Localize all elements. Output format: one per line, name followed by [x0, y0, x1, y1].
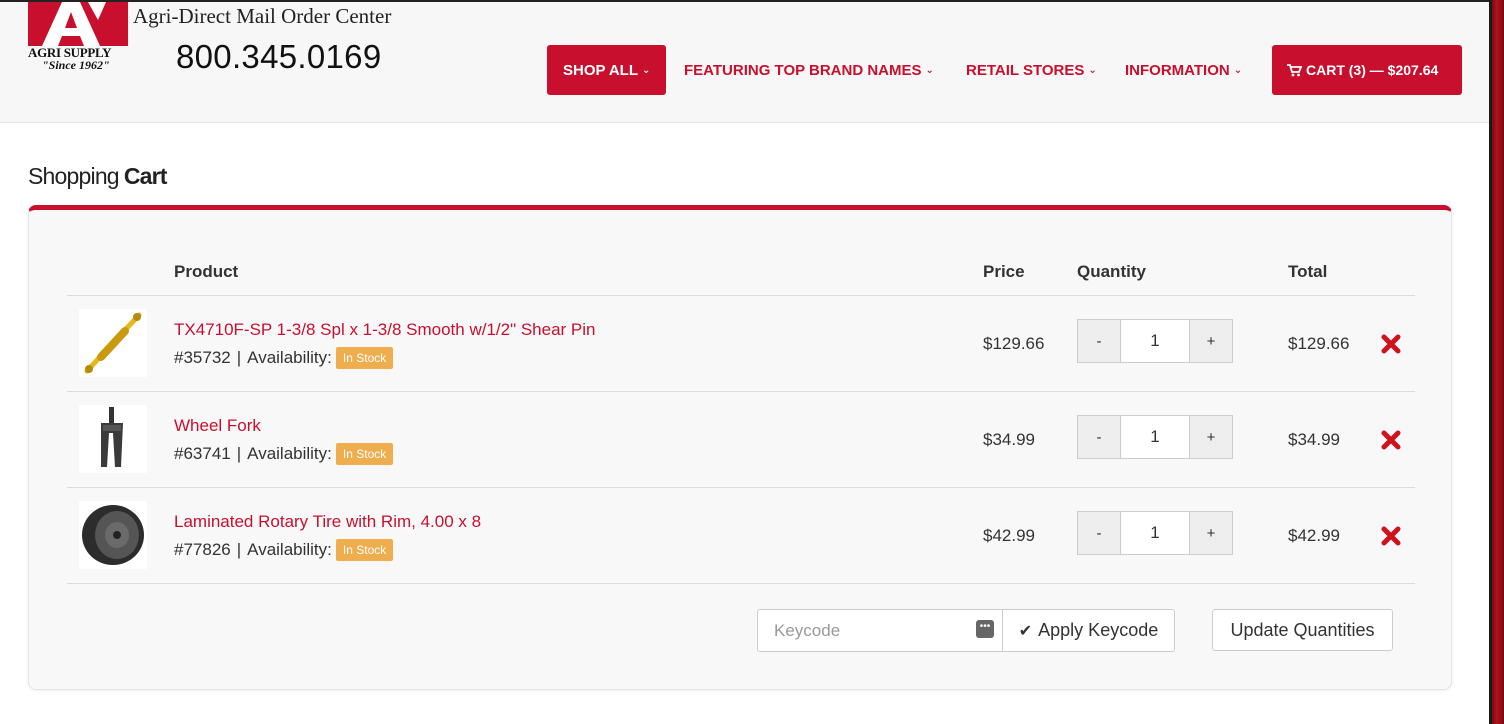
decrease-button[interactable]: - [1078, 512, 1121, 554]
nav-retail-label: RETAIL STORES [966, 61, 1085, 79]
chevron-down-icon: ⌄ [642, 64, 651, 76]
remove-item-button[interactable] [1380, 333, 1402, 355]
chevron-down-icon: ⌄ [925, 64, 934, 76]
header-price: Price [983, 262, 1025, 281]
chevron-down-icon: ⌄ [1233, 64, 1243, 76]
phone-number[interactable]: 800.345.0169 [176, 38, 381, 76]
availability-label: Availability: [247, 540, 332, 559]
stock-badge: In Stock [335, 347, 394, 369]
nav-brands[interactable]: FEATURING TOP BRAND NAMES ⌄ [684, 45, 934, 95]
quantity-input[interactable]: 1 [1121, 320, 1189, 362]
mail-order-title: Agri-Direct Mail Order Center [133, 4, 392, 28]
shopping-cart-icon [1287, 63, 1302, 76]
pto-shaft-image [84, 312, 142, 374]
header-total: Total [1288, 262, 1328, 281]
cart-button[interactable]: CART (3) — $207.64 [1272, 45, 1462, 95]
product-meta: #77826 | Availability: In Stock [174, 539, 394, 561]
meta-separator: | [236, 348, 242, 367]
meta-separator: | [236, 540, 242, 559]
product-thumbnail-wheel-fork[interactable] [79, 405, 147, 473]
row-price: $34.99 [983, 430, 1035, 449]
password-manager-icon[interactable]: ••• [976, 620, 994, 638]
nav-retail-stores[interactable]: RETAIL STORES ⌄ [966, 45, 1097, 95]
close-icon [1381, 526, 1401, 546]
quantity-input[interactable]: 1 [1121, 416, 1189, 458]
keycode-input[interactable] [758, 610, 958, 651]
quantity-stepper: - 1 + [1077, 511, 1233, 555]
row-price: $129.66 [983, 334, 1045, 353]
product-meta: #35732 | Availability: In Stock [174, 347, 394, 369]
product-meta: #63741 | Availability: In Stock [174, 443, 394, 465]
divider [67, 487, 1415, 488]
close-icon [1381, 430, 1401, 450]
header-product: Product [174, 262, 239, 281]
quantity-input[interactable]: 1 [1121, 512, 1189, 554]
divider [67, 391, 1415, 392]
divider [67, 295, 1415, 296]
product-sku: #77826 [174, 540, 231, 559]
availability-label: Availability: [247, 348, 332, 367]
logo-mark [28, 2, 128, 46]
stock-badge: In Stock [335, 539, 394, 561]
divider [67, 583, 1415, 584]
apply-keycode-label: Apply Keycode [1038, 620, 1159, 640]
quantity-stepper: - 1 + [1077, 415, 1233, 459]
apply-keycode-button[interactable]: ✔ Apply Keycode [1002, 609, 1175, 652]
remove-item-button[interactable] [1380, 429, 1402, 451]
stock-badge: In Stock [335, 443, 394, 465]
page-title: Shopping Cart [28, 163, 167, 190]
product-sku: #63741 [174, 444, 231, 463]
product-sku: #35732 [174, 348, 231, 367]
nav-shop-all-label: SHOP ALL [563, 61, 639, 79]
logo-since: "Since 1962" [42, 58, 110, 72]
increase-button[interactable]: + [1189, 416, 1232, 458]
logo-a-icon [28, 2, 128, 46]
cart-label: CART (3) — $207.64 [1306, 62, 1439, 78]
site-header: AGRI SUPPLY "Since 1962" Agri-Direct Mai… [0, 2, 1489, 123]
nav-shop-all[interactable]: SHOP ALL ⌄ [547, 45, 666, 95]
row-total: $34.99 [1288, 430, 1340, 449]
availability-label: Availability: [247, 444, 332, 463]
decrease-button[interactable]: - [1078, 416, 1121, 458]
page-title-light: Shopping [28, 163, 120, 189]
row-total: $129.66 [1288, 334, 1350, 353]
product-name-link[interactable]: Laminated Rotary Tire with Rim, 4.00 x 8 [174, 512, 481, 532]
close-icon [1381, 334, 1401, 354]
remove-item-button[interactable] [1380, 525, 1402, 547]
nav-brands-label: FEATURING TOP BRAND NAMES [684, 61, 922, 79]
product-thumbnail-rotary-tire[interactable] [79, 501, 147, 569]
product-thumbnail-pto-shaft[interactable] [79, 309, 147, 377]
product-name-link[interactable]: Wheel Fork [174, 416, 261, 436]
chevron-down-icon: ⌄ [1088, 64, 1097, 76]
rotary-tire-image [82, 505, 144, 565]
increase-button[interactable]: + [1189, 512, 1232, 554]
update-quantities-button[interactable]: Update Quantities [1212, 609, 1393, 651]
row-total: $42.99 [1288, 526, 1340, 545]
keycode-field: ••• [757, 609, 1003, 652]
row-price: $42.99 [983, 526, 1035, 545]
wheel-fork-image [101, 407, 123, 467]
nav-information[interactable]: INFORMATION ⌄ [1125, 45, 1242, 95]
product-name-link[interactable]: TX4710F-SP 1-3/8 Spl x 1-3/8 Smooth w/1/… [174, 320, 596, 340]
window-edge-shadow [1489, 0, 1492, 724]
header-quantity: Quantity [1077, 262, 1146, 281]
window-edge [1492, 0, 1504, 724]
checkmark-icon: ✔ [1018, 622, 1033, 640]
increase-button[interactable]: + [1189, 320, 1232, 362]
quantity-stepper: - 1 + [1077, 319, 1233, 363]
decrease-button[interactable]: - [1078, 320, 1121, 362]
agri-supply-logo[interactable]: AGRI SUPPLY "Since 1962" [28, 2, 132, 72]
page-title-bold: Cart [123, 163, 168, 189]
nav-info-label: INFORMATION [1125, 61, 1230, 79]
meta-separator: | [236, 444, 242, 463]
